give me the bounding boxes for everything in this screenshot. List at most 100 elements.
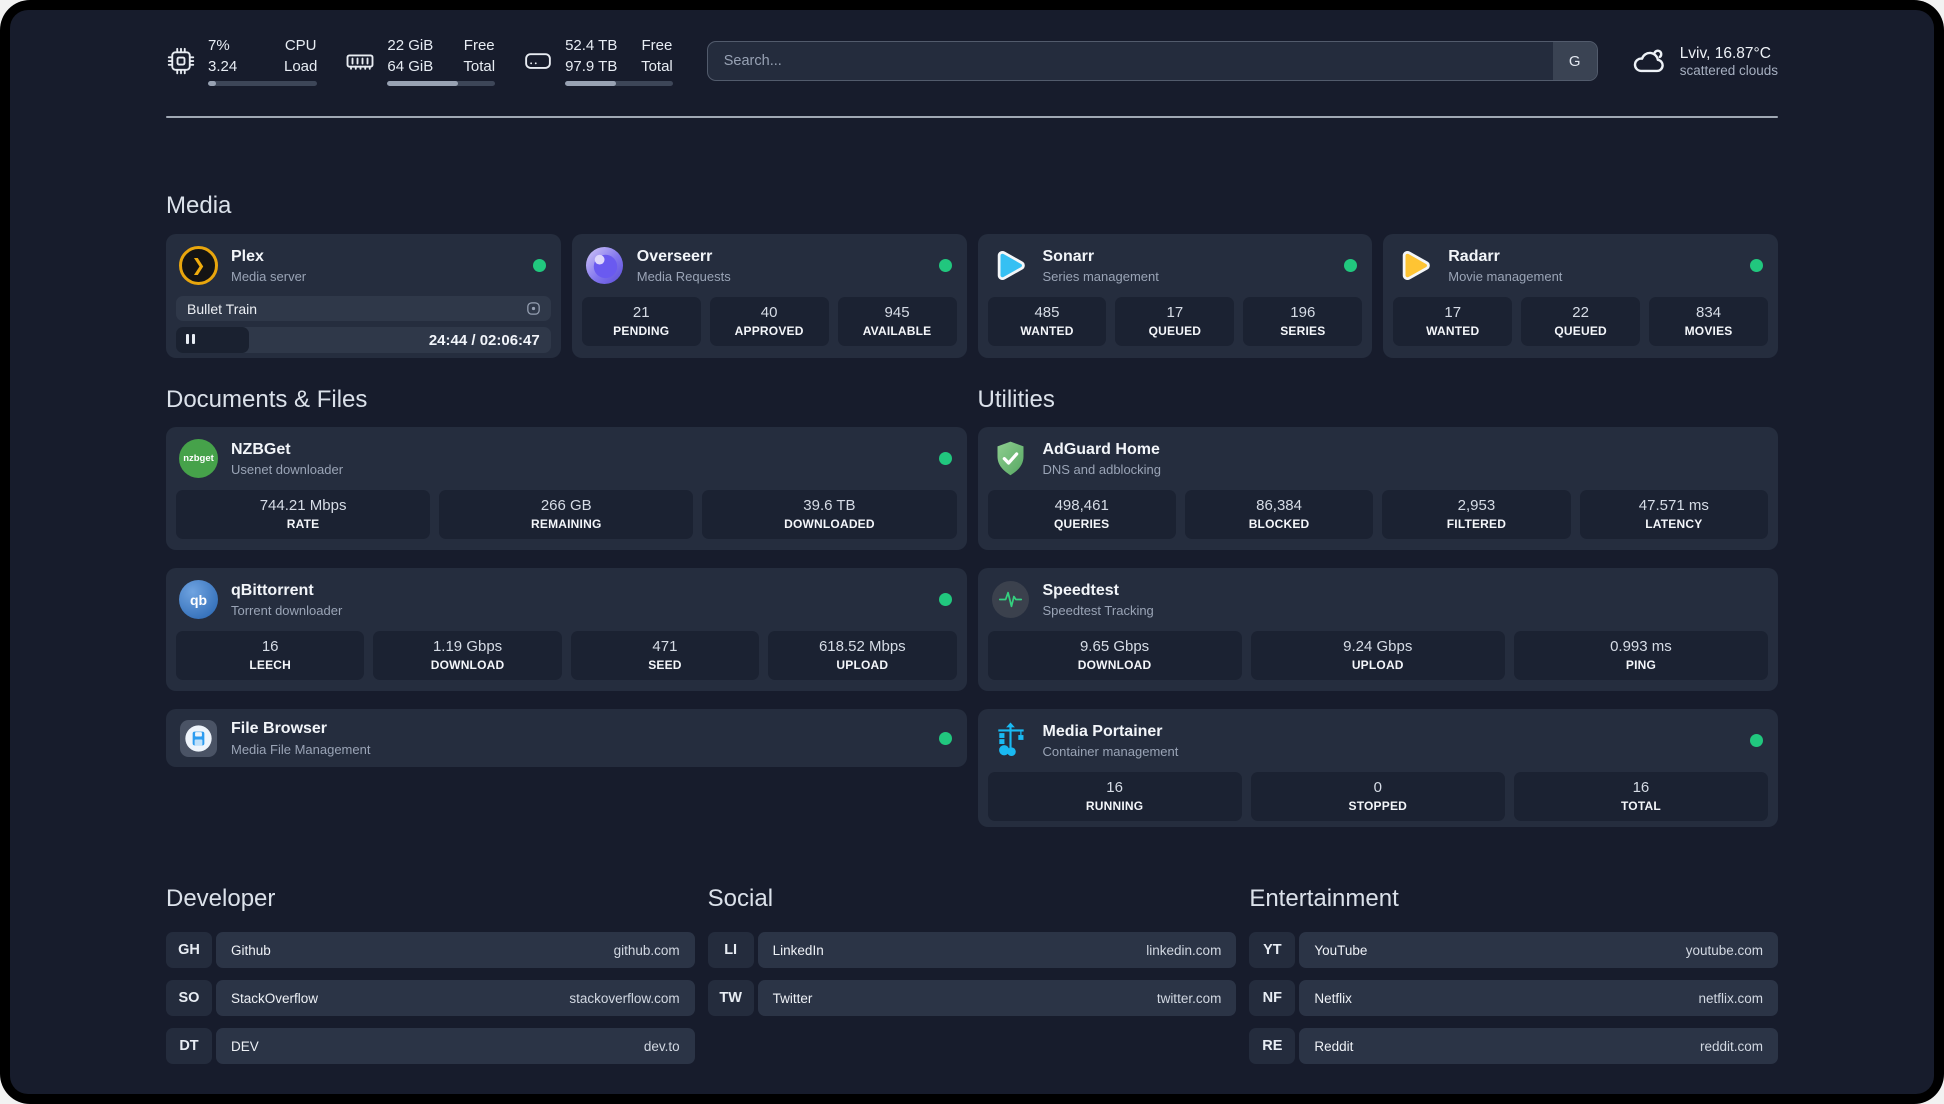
section-heading-entertainment: Entertainment: [1249, 885, 1399, 912]
stat-total: 16 TOTAL: [1513, 772, 1769, 821]
disk-progress-bar: [565, 80, 673, 86]
stat-movies: 834 MOVIES: [1649, 297, 1769, 346]
cpu-icon: [166, 46, 196, 76]
app-title: NZBGet: [231, 440, 291, 458]
stat-remaining: 266 GB REMAINING: [439, 490, 694, 539]
plex-card[interactable]: ❯ Plex Media server Bullet Train 24:44 /…: [166, 234, 561, 358]
link-name: Netflix: [1314, 990, 1352, 1006]
now-playing-row: Bullet Train: [176, 296, 551, 321]
plex-now-playing: Bullet Train 24:44 / 02:06:47: [166, 293, 561, 358]
ram-total-value: 64 GiB: [387, 57, 434, 75]
filebrowser-icon: [179, 719, 218, 758]
ram-free-label: Free: [463, 37, 495, 55]
cpu-usage-value: 7%: [208, 37, 230, 55]
portainer-card[interactable]: Media Portainer Container management 16 R…: [977, 709, 1778, 827]
disk-stat: 52.4 TB 97.9 TB Free Total: [523, 36, 673, 86]
sonarr-icon: [991, 246, 1030, 285]
status-indicator: [1750, 259, 1763, 272]
link-twitter[interactable]: TW Twitter twitter.com: [707, 980, 1237, 1016]
dashboard: 7% 3.24 CPU Load 22 GiB 64 GiB Free Tota…: [10, 10, 1934, 1094]
link-domain: twitter.com: [1156, 990, 1222, 1006]
portainer-icon: [991, 721, 1030, 760]
link-github[interactable]: GH Github github.com: [166, 932, 695, 968]
ram-free-value: 22 GiB: [387, 37, 434, 55]
stat-rate: 744.21 Mbps RATE: [176, 490, 431, 539]
ram-total-label: Total: [463, 57, 496, 75]
link-name: LinkedIn: [772, 942, 824, 958]
stat-ping: 0.993 ms PING: [1513, 631, 1769, 680]
now-playing-icon[interactable]: [525, 300, 542, 317]
stat-available: 945 AVAILABLE: [837, 297, 957, 346]
link-linkedin[interactable]: LI LinkedIn linkedin.com: [707, 932, 1237, 968]
section-heading-social: Social: [707, 885, 774, 912]
search-engine-button[interactable]: G: [1552, 42, 1597, 80]
section-heading-media: Media: [166, 192, 232, 219]
disk-total-label: Total: [641, 57, 673, 75]
link-stackoverflow[interactable]: SO StackOverflow stackoverflow.com: [166, 980, 695, 1016]
now-playing-title: Bullet Train: [187, 300, 258, 317]
status-indicator: [938, 731, 952, 745]
link-reddit[interactable]: RE Reddit reddit.com: [1249, 1028, 1778, 1064]
weather-widget: Lviv, 16.87°C scattered clouds: [1631, 43, 1778, 79]
app-title: qBittorrent: [231, 581, 314, 599]
stat-download: 9.65 Gbps DOWNLOAD: [987, 631, 1242, 680]
ram-stat: 22 GiB 64 GiB Free Total: [345, 36, 496, 86]
app-subtitle: Container management: [1042, 744, 1179, 760]
nzbget-card[interactable]: nzbget NZBGet Usenet downloader 744.21 M…: [166, 427, 967, 550]
weather-condition: scattered clouds: [1679, 63, 1778, 79]
app-title: Media Portainer: [1042, 722, 1163, 740]
filebrowser-card[interactable]: File Browser Media File Management: [166, 709, 967, 767]
social-section: Social LI LinkedIn linkedin.com TW Twitt…: [707, 885, 1237, 1028]
playback-timeline: 24:44 / 02:06:47: [176, 327, 551, 353]
playback-time: 24:44 / 02:06:47: [428, 331, 540, 349]
section-heading-developer: Developer: [166, 885, 276, 912]
pause-icon: [186, 331, 198, 349]
nzbget-icon: nzbget: [179, 439, 218, 478]
ram-icon: [345, 46, 375, 76]
app-subtitle: Series management: [1042, 269, 1159, 285]
status-indicator: [532, 259, 546, 272]
app-title: File Browser: [231, 720, 328, 738]
link-domain: stackoverflow.com: [569, 990, 680, 1006]
stat-leech: 16 LEECH: [176, 631, 365, 680]
app-subtitle: Torrent downloader: [231, 603, 343, 619]
cpu-progress-bar: [208, 80, 318, 86]
sonarr-card[interactable]: Sonarr Series management 485 WANTED 17 QUE…: [977, 234, 1373, 358]
link-netflix[interactable]: NF Netflix netflix.com: [1249, 980, 1778, 1016]
link-dev[interactable]: DT DEV dev.to: [166, 1028, 695, 1064]
link-domain: youtube.com: [1685, 942, 1763, 958]
ram-progress-bar: [387, 80, 496, 86]
adguard-card[interactable]: AdGuard Home DNS and adblocking 498,461 Q…: [977, 427, 1778, 550]
link-domain: linkedin.com: [1146, 942, 1222, 958]
cpu-load-label: Load: [284, 57, 318, 75]
link-name: YouTube: [1314, 942, 1368, 958]
qbittorrent-card[interactable]: qb qBittorrent Torrent downloader 16 LEEC…: [166, 568, 967, 691]
app-title: Sonarr: [1042, 247, 1095, 265]
radarr-card[interactable]: Radarr Movie management 17 WANTED 22 QUEUE…: [1383, 234, 1778, 358]
disk-free-label: Free: [641, 37, 673, 55]
link-domain: netflix.com: [1698, 990, 1763, 1006]
link-name: Twitter: [772, 990, 813, 1006]
status-indicator: [1750, 734, 1763, 747]
stat-stopped: 0 STOPPED: [1250, 772, 1505, 821]
stat-series: 196 SERIES: [1243, 297, 1363, 346]
app-subtitle: Usenet downloader: [231, 462, 344, 478]
stat-queued: 22 QUEUED: [1521, 297, 1641, 346]
link-name: StackOverflow: [231, 990, 319, 1006]
weather-location: Lviv, 16.87°C: [1679, 44, 1771, 62]
cpu-label: CPU: [284, 37, 317, 55]
link-domain: reddit.com: [1699, 1038, 1763, 1054]
system-stats: 7% 3.24 CPU Load 22 GiB 64 GiB Free Tota…: [166, 36, 673, 86]
developer-section: Developer GH Github github.com SO StackO…: [166, 885, 695, 1076]
overseerr-icon: [585, 246, 624, 285]
stat-queued: 17 QUEUED: [1115, 297, 1235, 346]
status-indicator: [938, 593, 952, 606]
section-heading-documents: Documents & Files: [166, 386, 368, 413]
stat-latency: 47.571 ms LATENCY: [1579, 490, 1768, 539]
overseerr-card[interactable]: Overseerr Media Requests 21 PENDING 40 APP…: [571, 234, 967, 358]
app-title: Speedtest: [1042, 581, 1119, 599]
link-domain: dev.to: [643, 1038, 680, 1054]
speedtest-card[interactable]: Speedtest Speedtest Tracking 9.65 Gbps DO…: [977, 568, 1778, 691]
link-youtube[interactable]: YT YouTube youtube.com: [1249, 932, 1778, 968]
search-input[interactable]: [706, 41, 1598, 81]
